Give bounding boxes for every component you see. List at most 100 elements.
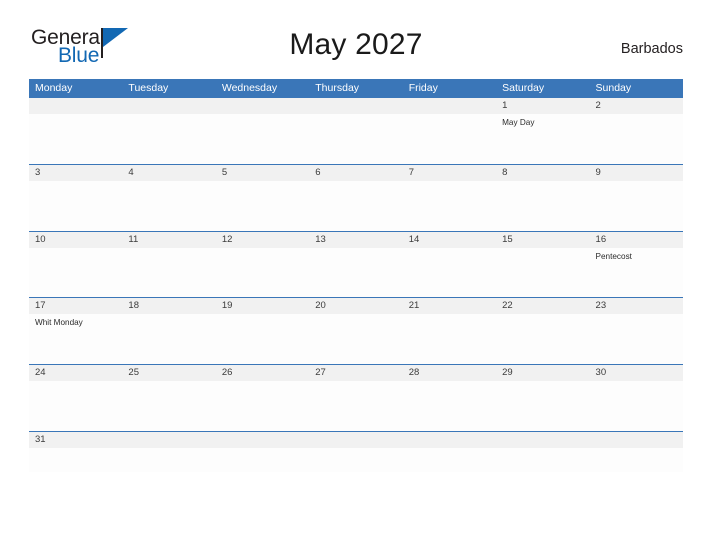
day-event[interactable] xyxy=(122,114,215,164)
day-event[interactable] xyxy=(403,448,496,472)
week-date-strip: 24 25 26 27 28 29 30 xyxy=(29,365,683,382)
day-event[interactable] xyxy=(590,314,683,364)
week-event-strip: Whit Monday xyxy=(29,314,683,365)
day-number[interactable] xyxy=(122,98,215,114)
day-number[interactable]: 17 xyxy=(29,298,122,314)
day-event[interactable] xyxy=(216,381,309,431)
day-number[interactable]: 28 xyxy=(403,365,496,381)
day-event[interactable] xyxy=(122,248,215,298)
day-number[interactable]: 6 xyxy=(309,165,402,181)
calendar-page: General Blue May 2027 Barbados Monday Tu… xyxy=(0,0,712,550)
day-number[interactable]: 21 xyxy=(403,298,496,314)
week-date-strip: 10 11 12 13 14 15 16 xyxy=(29,231,683,248)
day-number[interactable] xyxy=(309,98,402,114)
day-event[interactable] xyxy=(122,381,215,431)
day-number[interactable]: 30 xyxy=(590,365,683,381)
calendar-grid: Monday Tuesday Wednesday Thursday Friday… xyxy=(29,79,683,472)
day-number[interactable]: 19 xyxy=(216,298,309,314)
day-event[interactable] xyxy=(29,181,122,231)
day-event[interactable] xyxy=(403,314,496,364)
day-event[interactable] xyxy=(216,248,309,298)
day-number[interactable]: 11 xyxy=(122,232,215,248)
day-event[interactable] xyxy=(496,181,589,231)
day-event[interactable] xyxy=(216,181,309,231)
day-number[interactable]: 13 xyxy=(309,232,402,248)
day-event[interactable] xyxy=(122,448,215,472)
day-number[interactable] xyxy=(403,98,496,114)
day-number[interactable] xyxy=(309,432,402,448)
day-event[interactable] xyxy=(590,181,683,231)
day-number[interactable]: 1 xyxy=(496,98,589,114)
day-number[interactable] xyxy=(122,432,215,448)
weekday-header-row: Monday Tuesday Wednesday Thursday Friday… xyxy=(29,79,683,97)
weekday-header-monday: Monday xyxy=(35,82,73,94)
day-number[interactable]: 15 xyxy=(496,232,589,248)
day-number[interactable] xyxy=(496,432,589,448)
day-event[interactable]: May Day xyxy=(496,114,589,164)
day-event[interactable]: Whit Monday xyxy=(29,314,122,364)
day-event[interactable] xyxy=(496,448,589,472)
day-event[interactable] xyxy=(309,114,402,164)
day-number[interactable] xyxy=(403,432,496,448)
weekday-header-sunday: Sunday xyxy=(595,82,632,94)
day-number[interactable]: 7 xyxy=(403,165,496,181)
day-event[interactable] xyxy=(29,381,122,431)
week-event-strip xyxy=(29,447,683,472)
day-event[interactable]: Pentecost xyxy=(590,248,683,298)
day-event[interactable] xyxy=(590,381,683,431)
day-number[interactable]: 22 xyxy=(496,298,589,314)
week-event-strip xyxy=(29,381,683,432)
day-number[interactable]: 31 xyxy=(29,432,122,448)
day-event[interactable] xyxy=(216,114,309,164)
day-number[interactable] xyxy=(29,98,122,114)
day-number[interactable]: 12 xyxy=(216,232,309,248)
day-number[interactable] xyxy=(216,432,309,448)
day-number[interactable]: 29 xyxy=(496,365,589,381)
day-event[interactable] xyxy=(309,248,402,298)
day-event[interactable] xyxy=(122,314,215,364)
day-event[interactable] xyxy=(403,248,496,298)
day-number[interactable]: 4 xyxy=(122,165,215,181)
day-number[interactable]: 3 xyxy=(29,165,122,181)
day-number[interactable]: 16 xyxy=(590,232,683,248)
day-number[interactable]: 24 xyxy=(29,365,122,381)
weekday-header-saturday: Saturday xyxy=(502,82,545,94)
calendar-week-row: 10 11 12 13 14 15 16 Pentecost xyxy=(29,230,683,298)
day-number[interactable]: 26 xyxy=(216,365,309,381)
day-number[interactable]: 25 xyxy=(122,365,215,381)
calendar-week-row: 24 25 26 27 28 29 30 xyxy=(29,364,683,432)
day-event[interactable] xyxy=(496,314,589,364)
day-event[interactable] xyxy=(29,114,122,164)
week-event-strip: May Day xyxy=(29,114,683,164)
day-event[interactable] xyxy=(216,448,309,472)
day-event[interactable] xyxy=(216,314,309,364)
day-event[interactable] xyxy=(309,381,402,431)
week-date-strip: 31 xyxy=(29,431,683,448)
day-event[interactable] xyxy=(496,381,589,431)
day-event[interactable] xyxy=(29,248,122,298)
day-number[interactable]: 27 xyxy=(309,365,402,381)
day-number[interactable]: 9 xyxy=(590,165,683,181)
day-event[interactable] xyxy=(309,314,402,364)
day-event[interactable] xyxy=(403,181,496,231)
day-number[interactable]: 14 xyxy=(403,232,496,248)
day-event[interactable] xyxy=(590,114,683,164)
day-number[interactable]: 2 xyxy=(590,98,683,114)
day-number[interactable]: 23 xyxy=(590,298,683,314)
day-event[interactable] xyxy=(29,448,122,472)
day-number[interactable] xyxy=(590,432,683,448)
day-number[interactable]: 10 xyxy=(29,232,122,248)
day-event[interactable] xyxy=(590,448,683,472)
country-label: Barbados xyxy=(620,41,683,57)
day-number[interactable]: 20 xyxy=(309,298,402,314)
day-number[interactable] xyxy=(216,98,309,114)
day-event[interactable] xyxy=(309,181,402,231)
day-event[interactable] xyxy=(403,114,496,164)
day-number[interactable]: 5 xyxy=(216,165,309,181)
day-number[interactable]: 18 xyxy=(122,298,215,314)
day-number[interactable]: 8 xyxy=(496,165,589,181)
day-event[interactable] xyxy=(403,381,496,431)
day-event[interactable] xyxy=(122,181,215,231)
day-event[interactable] xyxy=(309,448,402,472)
day-event[interactable] xyxy=(496,248,589,298)
